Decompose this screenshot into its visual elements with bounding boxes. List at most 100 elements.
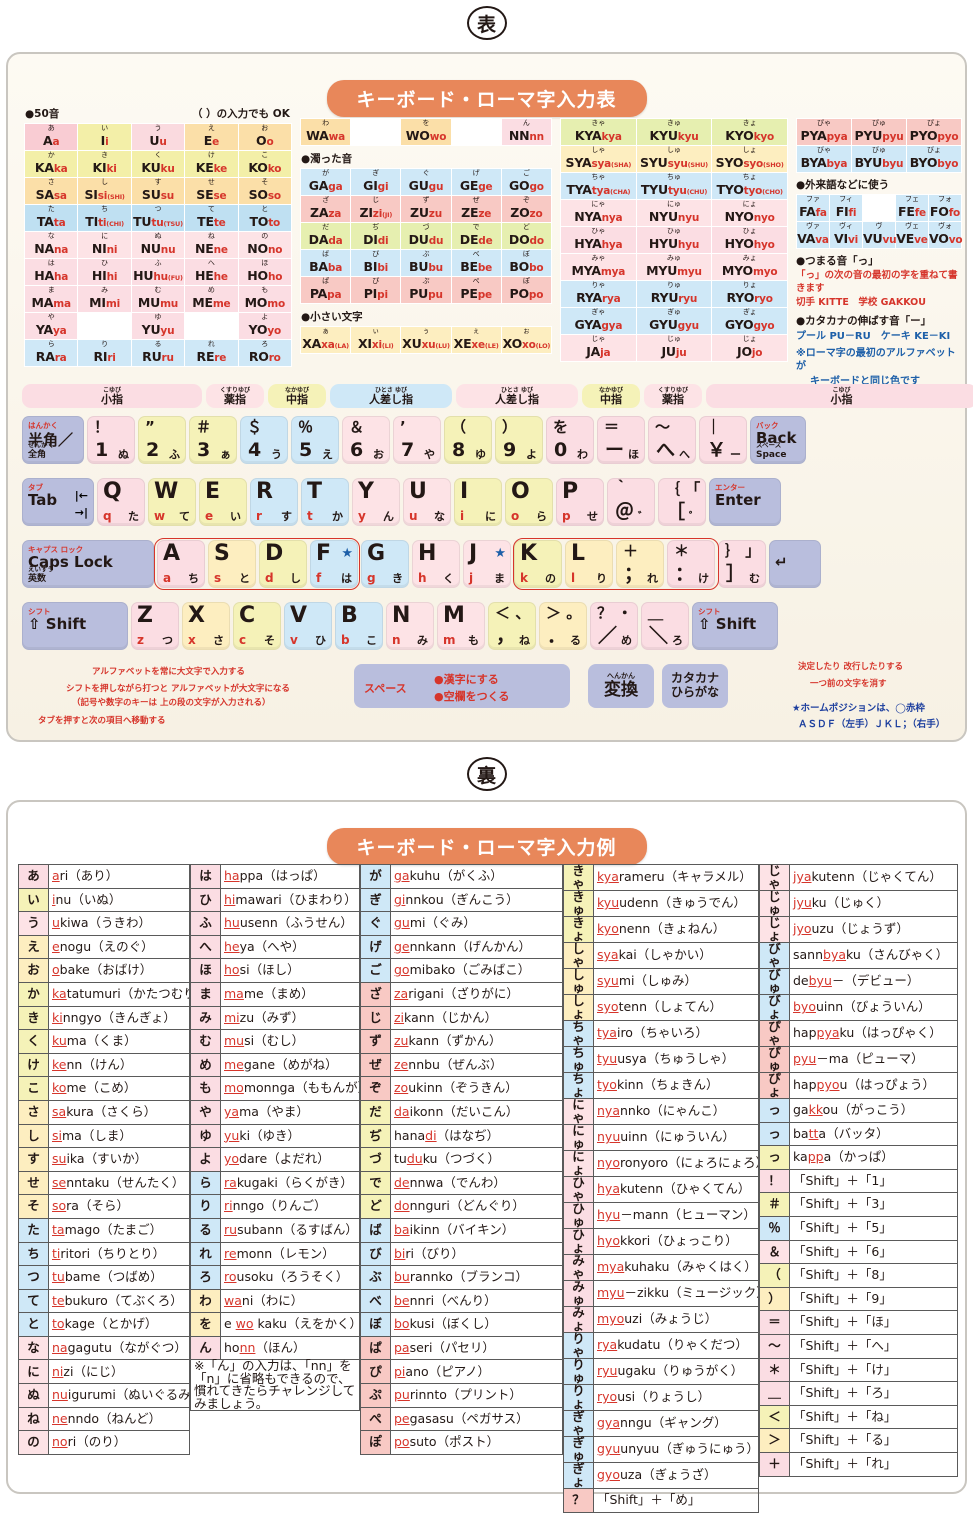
key-V[interactable]: Vv ひ: [284, 602, 332, 650]
key-＠[interactable]: ｀ ＠゛: [607, 478, 655, 526]
word-example-cell: rinngo（りんご）: [220, 1194, 360, 1219]
keyboard-row-home: キャプス ロック Caps Lock えいすう 英数 Aa ち Ss と Dd し Ff は ★ Gg き H…: [22, 540, 821, 588]
key-半角／[interactable]: はんかく 半角／ ぜんかく 全角: [22, 416, 84, 464]
key-5[interactable]: ％ 5 え: [291, 416, 339, 464]
key-P[interactable]: Pp せ: [556, 478, 604, 526]
key-；[interactable]: ＋ ；れ: [616, 540, 664, 588]
key-W[interactable]: Wwて: [148, 478, 196, 526]
key-letter: F: [316, 541, 332, 566]
key-A[interactable]: Aa ち: [157, 540, 205, 588]
romaji: KOko: [248, 160, 282, 175]
key-E[interactable]: Ee い: [199, 478, 247, 526]
key-S[interactable]: Ss と: [208, 540, 256, 588]
key-caps-lock[interactable]: キャプス ロック Caps Lock えいすう 英数: [22, 540, 154, 588]
key-⇧-shift[interactable]: シフト ⇧ Shift: [692, 602, 778, 650]
key-￥[interactable]: ｜ ￥ ー: [699, 416, 747, 464]
key-／[interactable]: ？ ・ ／め: [590, 602, 638, 650]
word-example-cell: 「Shift」＋「1」: [789, 1168, 958, 1194]
key-T[interactable]: Tt か: [301, 478, 349, 526]
key-，[interactable]: ＜ 、 ，ね: [488, 602, 536, 650]
word-example-cell: tyairo（ちゃいろ）: [593, 1020, 759, 1047]
word-row: き kinngyo（きんぎょ）: [18, 1005, 190, 1031]
dakuten-block: わ WAwa を WOwo ん NNnn ●濁った音 が GAga ぎ GIgi ぐ GUgu げ GE…: [299, 118, 553, 354]
key-letter: L: [571, 541, 586, 566]
key-6[interactable]: ＆ 6 お: [342, 416, 390, 464]
key-N[interactable]: Nn み: [386, 602, 434, 650]
key-B[interactable]: Bb こ: [335, 602, 383, 650]
kana-row: びゃ BYAbya びゅ BYUbyu びょ BYObyo: [796, 145, 962, 173]
key-0[interactable]: を 0わ: [546, 416, 594, 464]
key-Q[interactable]: Qq た: [97, 478, 145, 526]
key-4[interactable]: ＄ 4 う: [240, 416, 288, 464]
key-1[interactable]: ！ 1 ぬ: [87, 416, 135, 464]
kana-row: ぁ XAxa(LA) ぃ XIxi(LI) ぅ XUxu(LU) ぇ XExe(LE) ぉ XOx…: [299, 326, 553, 354]
key-X[interactable]: Xx さ: [182, 602, 230, 650]
romaji: GEge: [459, 178, 493, 193]
romaji: BYAbya: [800, 155, 848, 170]
kana-key-cell: に: [18, 1359, 49, 1385]
key-F[interactable]: Ff は ★: [310, 540, 358, 588]
key-I[interactable]: Ii に: [454, 478, 502, 526]
key-back[interactable]: バック Back スペース Space: [750, 416, 806, 464]
key-kana: よ: [526, 448, 537, 461]
kana-cell: を WOwo: [400, 118, 452, 146]
key-L[interactable]: Ll り: [565, 540, 613, 588]
key-base-symbol: ：: [675, 563, 695, 585]
kana-reading: にゅ: [666, 200, 681, 208]
key-K[interactable]: Kk の: [514, 540, 562, 588]
word-example-cell: gomibako（ごみばこ）: [390, 958, 563, 983]
key-O[interactable]: Oo ら: [505, 478, 553, 526]
key-kana: く: [443, 572, 454, 585]
romaji: PYOpyo: [909, 128, 959, 143]
kana-reading: りょ: [742, 281, 757, 289]
space-key[interactable]: スペース ●漢字にする ●空欄をつくる: [354, 664, 570, 708]
word-row: しょ syotenn（しょてん）: [563, 994, 759, 1021]
key-ー[interactable]: ＝ ーほ: [597, 416, 645, 464]
romaji: FAfa: [799, 204, 827, 219]
key-C[interactable]: Cc そ: [233, 602, 281, 650]
word-row: ぬnuigurumi（ぬいぐるみ）: [18, 1383, 190, 1408]
key-M[interactable]: Mmも: [437, 602, 485, 650]
key-］[interactable]: ｝ 」 ］ む: [718, 540, 766, 588]
key-Y[interactable]: Yy ん: [352, 478, 400, 526]
key-↵[interactable]: ↵: [769, 540, 821, 588]
key-Z[interactable]: Zz つ: [131, 602, 179, 650]
kana-key-cell: ぞ: [360, 1076, 391, 1101]
key-G[interactable]: Gg き: [361, 540, 409, 588]
key-D[interactable]: Dd し: [259, 540, 307, 588]
kana-key-cell: す: [18, 1147, 49, 1172]
key-⇧-shift[interactable]: シフト ⇧ Shift: [22, 602, 128, 650]
kana-key-cell: の: [18, 1430, 49, 1455]
word-example-cell: purinnto（プリント）: [390, 1383, 563, 1408]
key-enter[interactable]: エンター Enter: [709, 478, 781, 526]
key-．[interactable]: ＞ 。 ．る: [539, 602, 587, 650]
kana-cell: みょ MYOmyo: [711, 253, 788, 281]
key-へ[interactable]: ～ へへ: [648, 416, 696, 464]
key-9[interactable]: ） 9 よ: [495, 416, 543, 464]
word-row: わ wani（わに）: [190, 1288, 360, 1314]
key-7[interactable]: ’ 7 や: [393, 416, 441, 464]
key-8[interactable]: （ 8 ゆ: [444, 416, 492, 464]
kana-key-cell: ぎゃ: [563, 1410, 594, 1437]
kana-reading: ぴゅ: [872, 119, 886, 127]
romaji: VIvi: [834, 231, 858, 246]
key-R[interactable]: Rr す: [250, 478, 298, 526]
word-example-cell: momonnga（ももんが）: [220, 1076, 360, 1101]
key-3[interactable]: ＃ 3 ぁ: [189, 416, 237, 464]
romaji: MAma: [31, 295, 72, 310]
kana-reading: れ: [207, 340, 215, 348]
kana-key-cell: ご: [360, 958, 391, 983]
key-U[interactable]: Uu な: [403, 478, 451, 526]
key-：[interactable]: ＊ ：け: [667, 540, 715, 588]
henkan-key[interactable]: へんかん 変換: [588, 664, 654, 708]
key-tab[interactable]: タブ Tab |← →|: [22, 478, 94, 526]
key-2[interactable]: ” 2 ふ: [138, 416, 186, 464]
key-H[interactable]: Hh く: [412, 540, 460, 588]
kana-key-cell: ぜ: [360, 1052, 391, 1078]
key-＼[interactable]: ＿ ＼ ろ: [641, 602, 689, 650]
katakana-hiragana-key[interactable]: カタカナ ひらがな: [662, 664, 728, 708]
kana-cell: ヴ VUvu: [862, 221, 897, 249]
key-J[interactable]: Jj ま ★: [463, 540, 511, 588]
kana-key-cell: ま: [190, 981, 221, 1007]
key-［[interactable]: ｛ 「 ［ ゜: [658, 478, 706, 526]
